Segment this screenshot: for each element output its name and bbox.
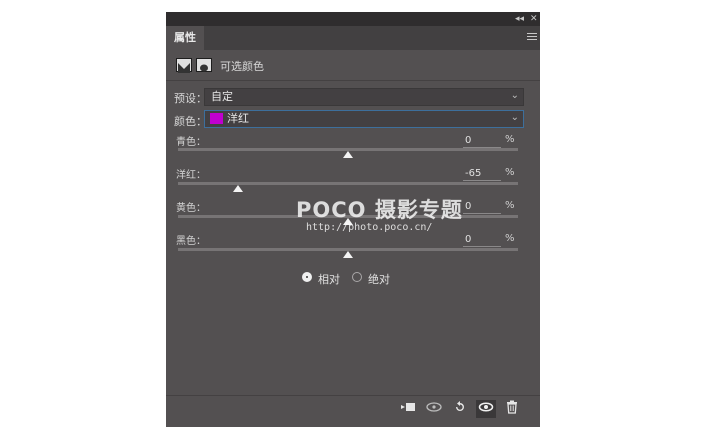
- panel-top-strip: ◂◂ ✕: [166, 12, 540, 26]
- cyan-value-input[interactable]: 0: [463, 134, 501, 148]
- slider-label: 洋红：: [176, 170, 206, 181]
- chevron-down-icon: ⌄: [510, 112, 519, 123]
- slider-thumb[interactable]: [343, 251, 353, 258]
- tab-bar: 属性: [166, 26, 540, 50]
- mask-icon[interactable]: [196, 58, 212, 72]
- adjustment-layer-icon[interactable]: [176, 58, 192, 73]
- preset-value: 自定: [211, 90, 233, 103]
- properties-panel: ◂◂ ✕ 属性 可选颜色 预设： 自定 ⌄ 颜色： 洋红 ⌄ 青色： 0 % 洋…: [166, 12, 540, 427]
- slider-label: 青色：: [176, 137, 206, 148]
- colors-dropdown[interactable]: 洋红 ⌄: [204, 110, 524, 128]
- yellow-value-input[interactable]: 0: [463, 200, 501, 214]
- close-icon[interactable]: ✕: [530, 12, 538, 26]
- percent-unit: %: [505, 233, 515, 244]
- collapse-icon[interactable]: ◂◂: [515, 12, 524, 26]
- preset-dropdown[interactable]: 自定 ⌄: [204, 88, 524, 106]
- trash-icon[interactable]: [502, 400, 522, 418]
- radio-label: 相对: [318, 273, 340, 286]
- slider-label: 黑色：: [176, 236, 206, 247]
- radio-label: 绝对: [368, 273, 390, 286]
- percent-unit: %: [505, 167, 515, 178]
- black-value-input[interactable]: 0: [463, 233, 501, 247]
- watermark: POCO 摄影专题 http://photo.poco.cn/: [296, 194, 463, 233]
- clip-to-layer-icon[interactable]: [398, 400, 418, 418]
- visibility-eye-icon[interactable]: [476, 400, 496, 418]
- slider-thumb[interactable]: [343, 151, 353, 158]
- tab-properties[interactable]: 属性: [166, 26, 204, 50]
- panel-footer: [166, 395, 540, 422]
- colors-label: 颜色：: [174, 115, 207, 128]
- preset-label: 预设：: [174, 92, 207, 105]
- magenta-value-input[interactable]: -65: [463, 167, 501, 181]
- percent-unit: %: [505, 200, 515, 211]
- radio-unselected-icon[interactable]: [352, 272, 362, 282]
- slider-thumb[interactable]: [232, 185, 243, 192]
- view-previous-icon[interactable]: [424, 400, 444, 418]
- adjustment-header: 可选颜色: [166, 50, 540, 81]
- colors-value: 洋红: [227, 112, 249, 125]
- color-swatch: [210, 113, 223, 124]
- watermark-text: POCO 摄影专题: [296, 198, 463, 222]
- reset-icon[interactable]: [450, 400, 470, 418]
- panel-menu-icon[interactable]: [527, 33, 537, 42]
- slider-label: 黄色：: [176, 203, 206, 214]
- adjustment-title: 可选颜色: [220, 60, 264, 73]
- radio-selected-icon[interactable]: [302, 272, 312, 282]
- chevron-down-icon: ⌄: [510, 90, 519, 101]
- percent-unit: %: [505, 134, 515, 145]
- slider-track[interactable]: [178, 182, 518, 185]
